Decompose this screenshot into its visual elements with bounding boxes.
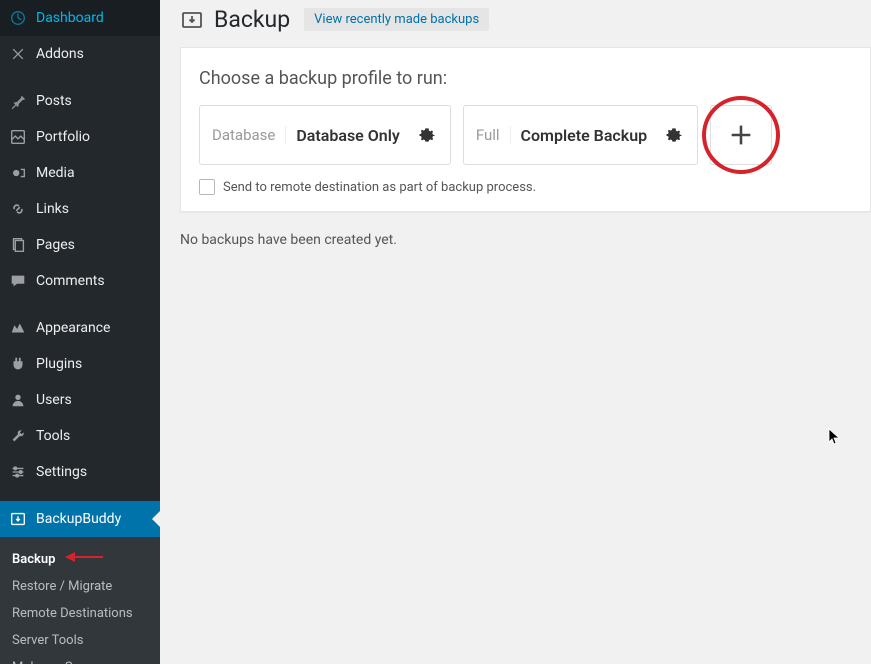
users-icon [8,390,28,410]
profile-list: Database Database Only Full Complete Bac… [199,105,852,165]
page-title: Backup [214,6,290,33]
annotation-arrow-icon [65,551,105,567]
sidebar-item-addons[interactable]: Addons [0,36,160,72]
sidebar-item-label: Settings [36,464,87,480]
sidebar-item-appearance[interactable]: Appearance [0,310,160,346]
profile-name-label: Database Only [296,126,399,145]
main-content: Backup View recently made backups Choose… [160,0,871,664]
sidebar-item-label: Tools [36,428,70,444]
sidebar-item-pages[interactable]: Pages [0,227,160,263]
view-recent-backups-link[interactable]: View recently made backups [304,8,489,31]
sidebar-item-label: Plugins [36,356,82,372]
panel-heading: Choose a backup profile to run: [199,68,852,89]
gear-icon [664,125,684,145]
sidebar-item-comments[interactable]: Comments [0,263,160,299]
no-backups-message: No backups have been created yet. [180,232,871,248]
comments-icon [8,271,28,291]
submenu-label: Server Tools [12,633,83,648]
sidebar-item-portfolio[interactable]: Portfolio [0,119,160,155]
page-header: Backup View recently made backups [180,6,871,33]
add-profile-button[interactable] [710,105,772,165]
sidebar-item-label: Pages [36,237,75,253]
remote-destination-row: Send to remote destination as part of ba… [199,179,852,195]
gear-icon [417,125,437,145]
backupbuddy-icon [8,509,28,529]
dashboard-icon [8,8,28,28]
sidebar-item-label: Portfolio [36,129,90,145]
submenu-item-restore[interactable]: Restore / Migrate [0,573,160,600]
profile-type-label: Database [212,126,286,144]
tools-icon [8,426,28,446]
submenu-label: Malware Scan [12,660,94,664]
sidebar-item-label: Dashboard [36,10,104,26]
sidebar-item-backupbuddy[interactable]: BackupBuddy [0,501,160,537]
submenu-item-malware-scan[interactable]: Malware Scan [0,654,160,664]
backup-page-icon [180,8,204,32]
sidebar-item-settings[interactable]: Settings [0,454,160,490]
sidebar-item-label: Appearance [36,320,110,336]
sidebar-item-users[interactable]: Users [0,382,160,418]
admin-sidebar: Dashboard Addons Posts Portfolio Media [0,0,160,664]
sidebar-item-posts[interactable]: Posts [0,83,160,119]
submenu-label: Backup [12,552,55,567]
profile-settings-button[interactable] [663,124,685,146]
remote-destination-label: Send to remote destination as part of ba… [223,180,536,195]
sidebar-item-links[interactable]: Links [0,191,160,227]
appearance-icon [8,318,28,338]
links-icon [8,199,28,219]
profile-card-full[interactable]: Full Complete Backup [463,105,698,165]
sidebar-item-dashboard[interactable]: Dashboard [0,0,160,36]
backupbuddy-submenu: Backup Restore / Migrate Remote Destinat… [0,537,160,664]
pages-icon [8,235,28,255]
submenu-label: Restore / Migrate [12,579,112,594]
plus-icon [727,121,755,149]
settings-icon [8,462,28,482]
submenu-item-server-tools[interactable]: Server Tools [0,627,160,654]
sidebar-item-label: Users [36,392,72,408]
plugins-icon [8,354,28,374]
submenu-label: Remote Destinations [12,606,133,621]
sidebar-item-media[interactable]: Media [0,155,160,191]
profile-card-database[interactable]: Database Database Only [199,105,451,165]
submenu-item-backup[interactable]: Backup [0,545,160,573]
sidebar-item-label: Addons [36,46,84,62]
pin-icon [8,91,28,111]
remote-destination-checkbox[interactable] [199,179,215,195]
sidebar-item-label: Media [36,165,75,181]
addons-icon [8,44,28,64]
sidebar-item-label: Links [36,201,69,217]
backup-profile-panel: Choose a backup profile to run: Database… [180,47,871,212]
sidebar-item-tools[interactable]: Tools [0,418,160,454]
sidebar-item-label: BackupBuddy [36,511,121,527]
sidebar-item-label: Comments [36,273,105,289]
profile-settings-button[interactable] [416,124,438,146]
sidebar-item-label: Posts [36,93,72,109]
profile-name-label: Complete Backup [521,126,648,145]
sidebar-item-plugins[interactable]: Plugins [0,346,160,382]
media-icon [8,163,28,183]
profile-type-label: Full [476,126,511,144]
submenu-item-remote-destinations[interactable]: Remote Destinations [0,600,160,627]
portfolio-icon [8,127,28,147]
